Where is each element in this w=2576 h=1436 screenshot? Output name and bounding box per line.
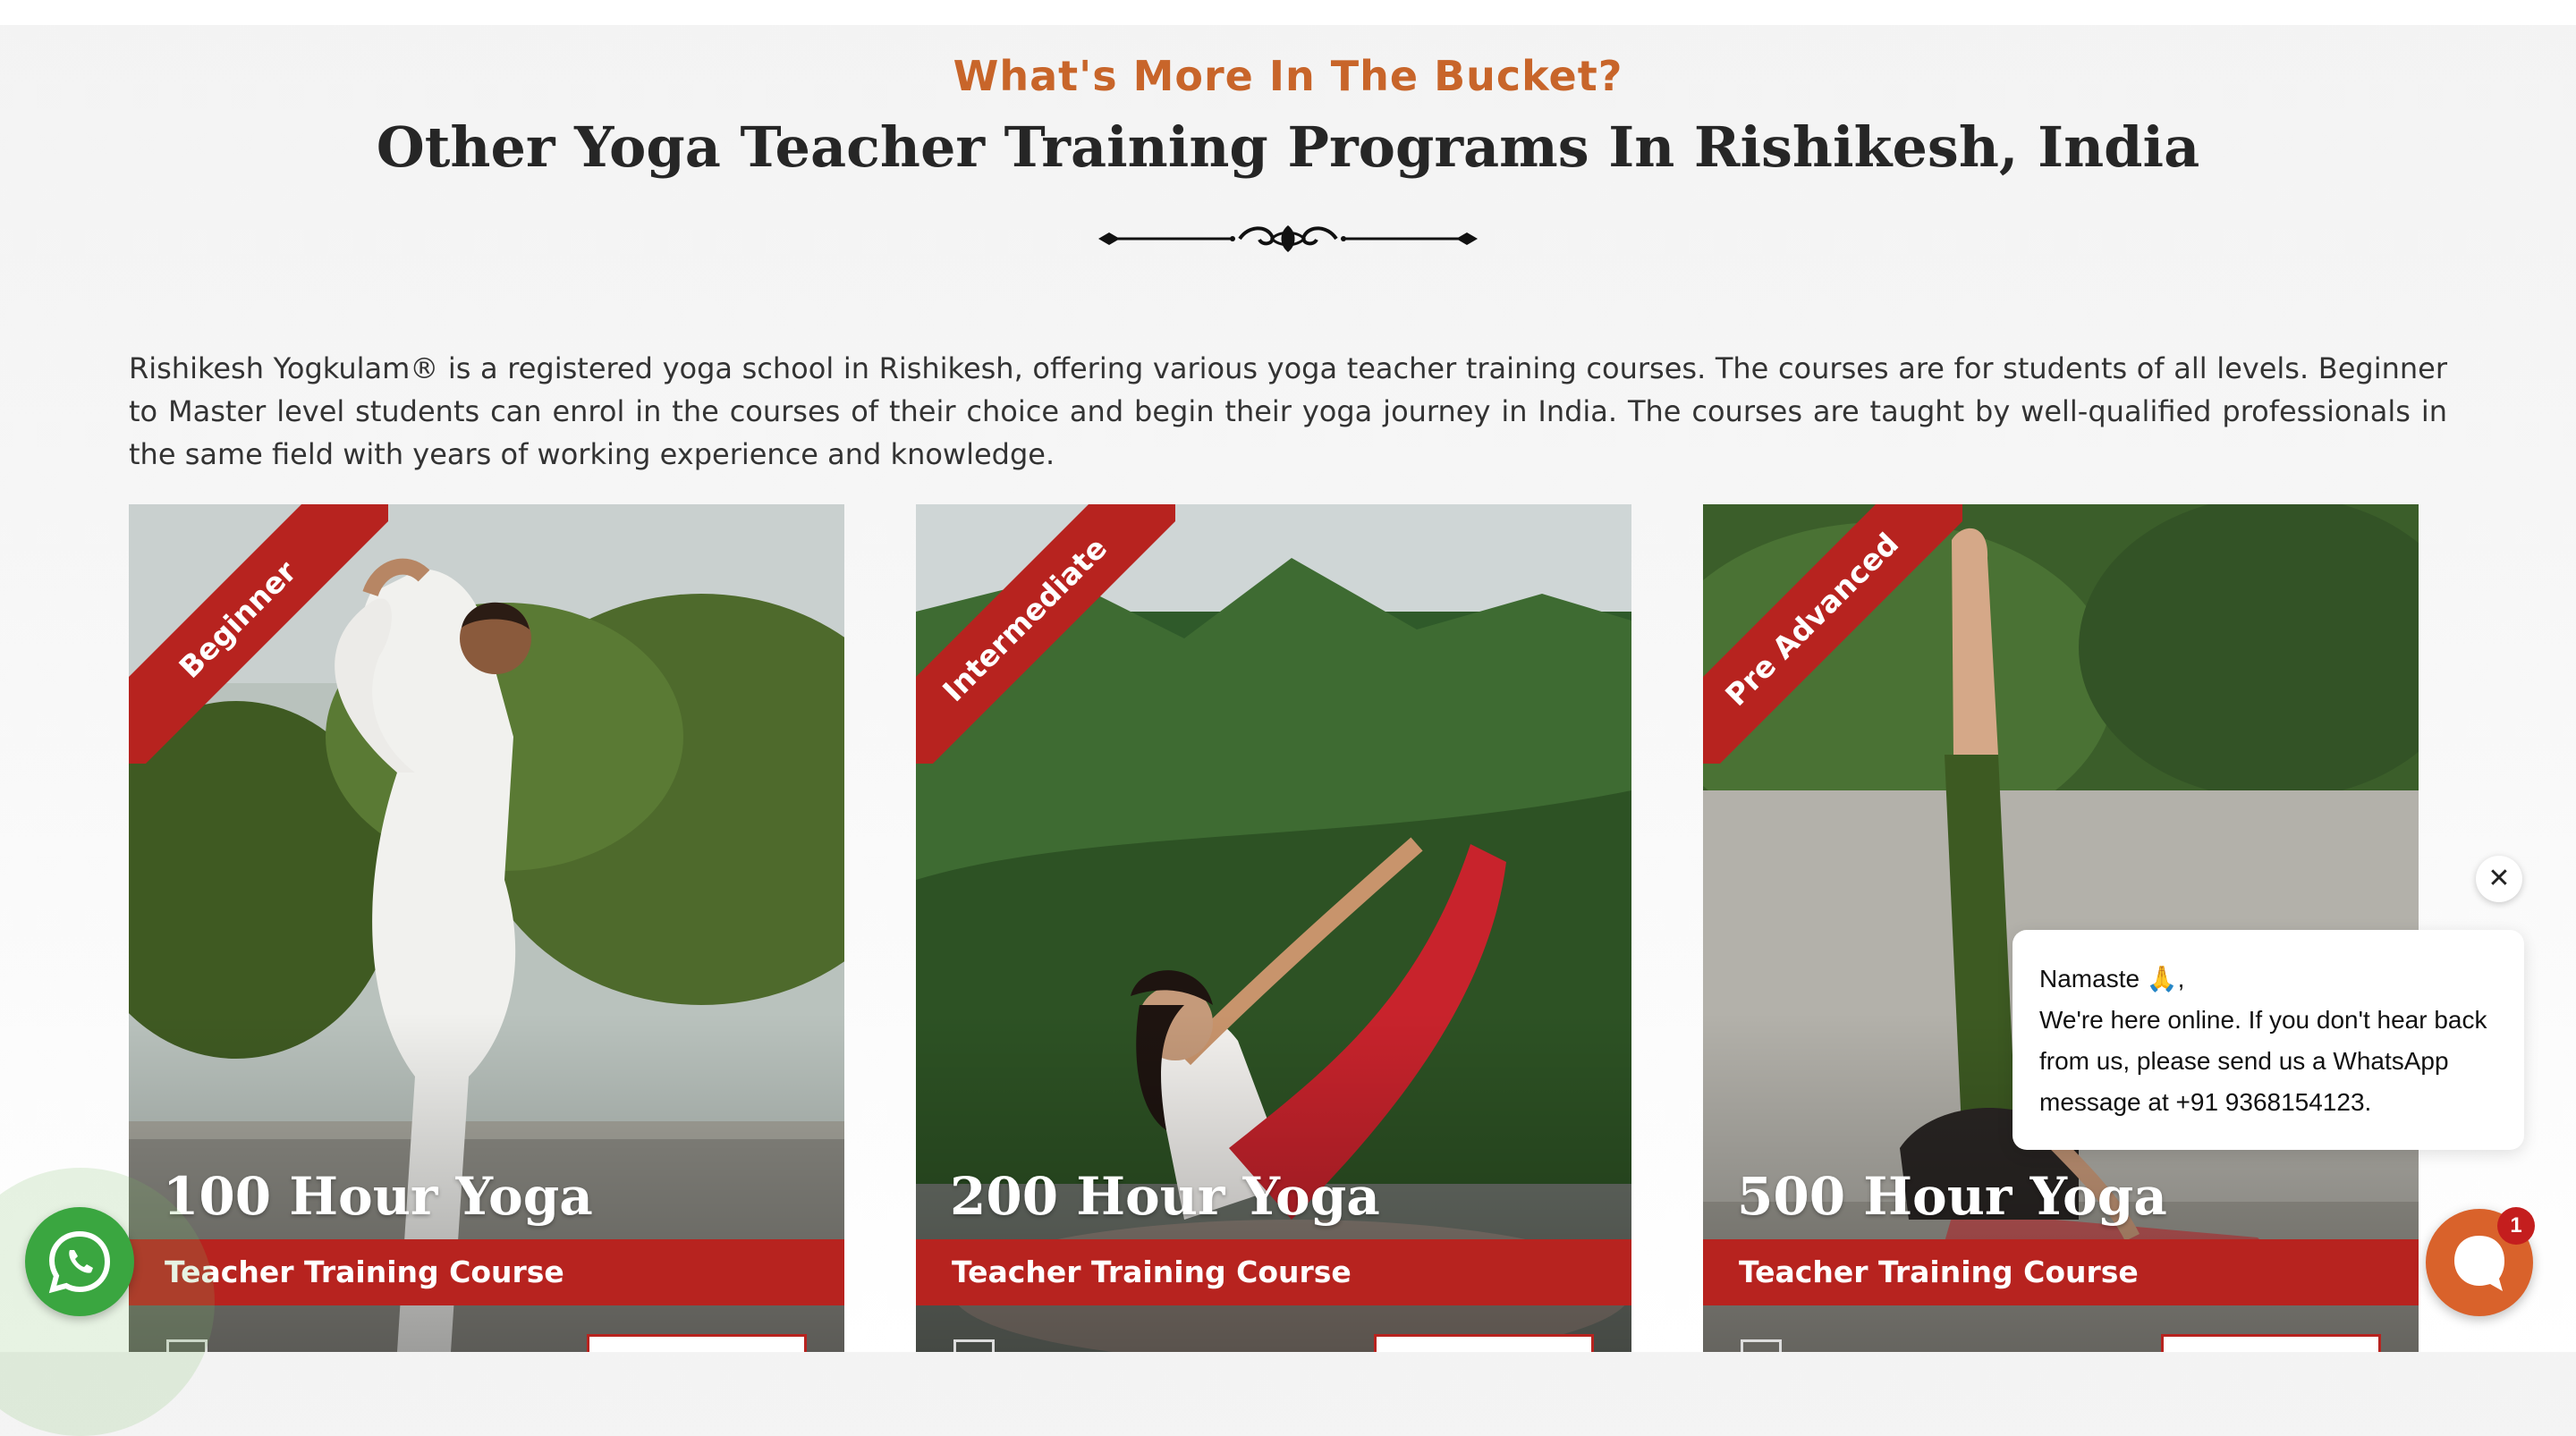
course-button[interactable]: [2161, 1334, 2381, 1352]
chat-line: We're here online. If you don't hear bac…: [2039, 1006, 2487, 1034]
chat-line: message at +91 9368154123.: [2039, 1088, 2372, 1116]
section-kicker: What's More In The Bucket?: [953, 52, 1623, 100]
course-title: 100 Hour Yoga: [163, 1166, 593, 1227]
level-ribbon: Pre Advanced: [1703, 504, 1962, 764]
level-ribbon-label: Beginner: [129, 504, 388, 764]
course-subtitle: Teacher Training Course: [1703, 1239, 2419, 1305]
course-card-200-hour[interactable]: Intermediate 200 Hour Yoga Teacher Train…: [916, 504, 1631, 1352]
course-title: 200 Hour Yoga: [950, 1166, 1380, 1227]
course-button[interactable]: [1374, 1334, 1594, 1352]
course-card-500-hour[interactable]: Pre Advanced 500 Hour Yoga Teacher Train…: [1703, 504, 2419, 1352]
course-title: 500 Hour Yoga: [1737, 1166, 2167, 1227]
chat-unread-badge: 1: [2497, 1207, 2535, 1245]
whatsapp-button[interactable]: [25, 1207, 134, 1316]
chat-close-button[interactable]: ✕: [2476, 856, 2522, 902]
level-ribbon: Beginner: [129, 504, 388, 764]
document-icon: [953, 1339, 995, 1352]
document-icon: [1741, 1339, 1782, 1352]
chat-message-bubble: Namaste 🙏, We're here online. If you don…: [2012, 930, 2524, 1150]
level-ribbon-label: Intermediate: [916, 504, 1175, 764]
course-button[interactable]: [587, 1334, 807, 1352]
whatsapp-icon: [48, 1230, 111, 1294]
level-ribbon: Intermediate: [916, 504, 1175, 764]
ornament-divider: [1098, 225, 1478, 252]
level-ribbon-label: Pre Advanced: [1703, 504, 1962, 764]
intro-paragraph: Rishikesh Yogkulam® is a registered yoga…: [129, 351, 2447, 471]
course-subtitle: Teacher Training Course: [916, 1239, 1631, 1305]
top-bar: [0, 0, 2576, 25]
chat-line: from us, please send us a WhatsApp: [2039, 1047, 2449, 1075]
section-heading: Other Yoga Teacher Training Programs In …: [376, 114, 2200, 180]
chat-line: Namaste 🙏,: [2039, 965, 2185, 993]
course-card-100-hour[interactable]: Beginner 100 Hour Yoga Teacher Training …: [129, 504, 844, 1352]
course-subtitle: Teacher Training Course: [129, 1239, 844, 1305]
